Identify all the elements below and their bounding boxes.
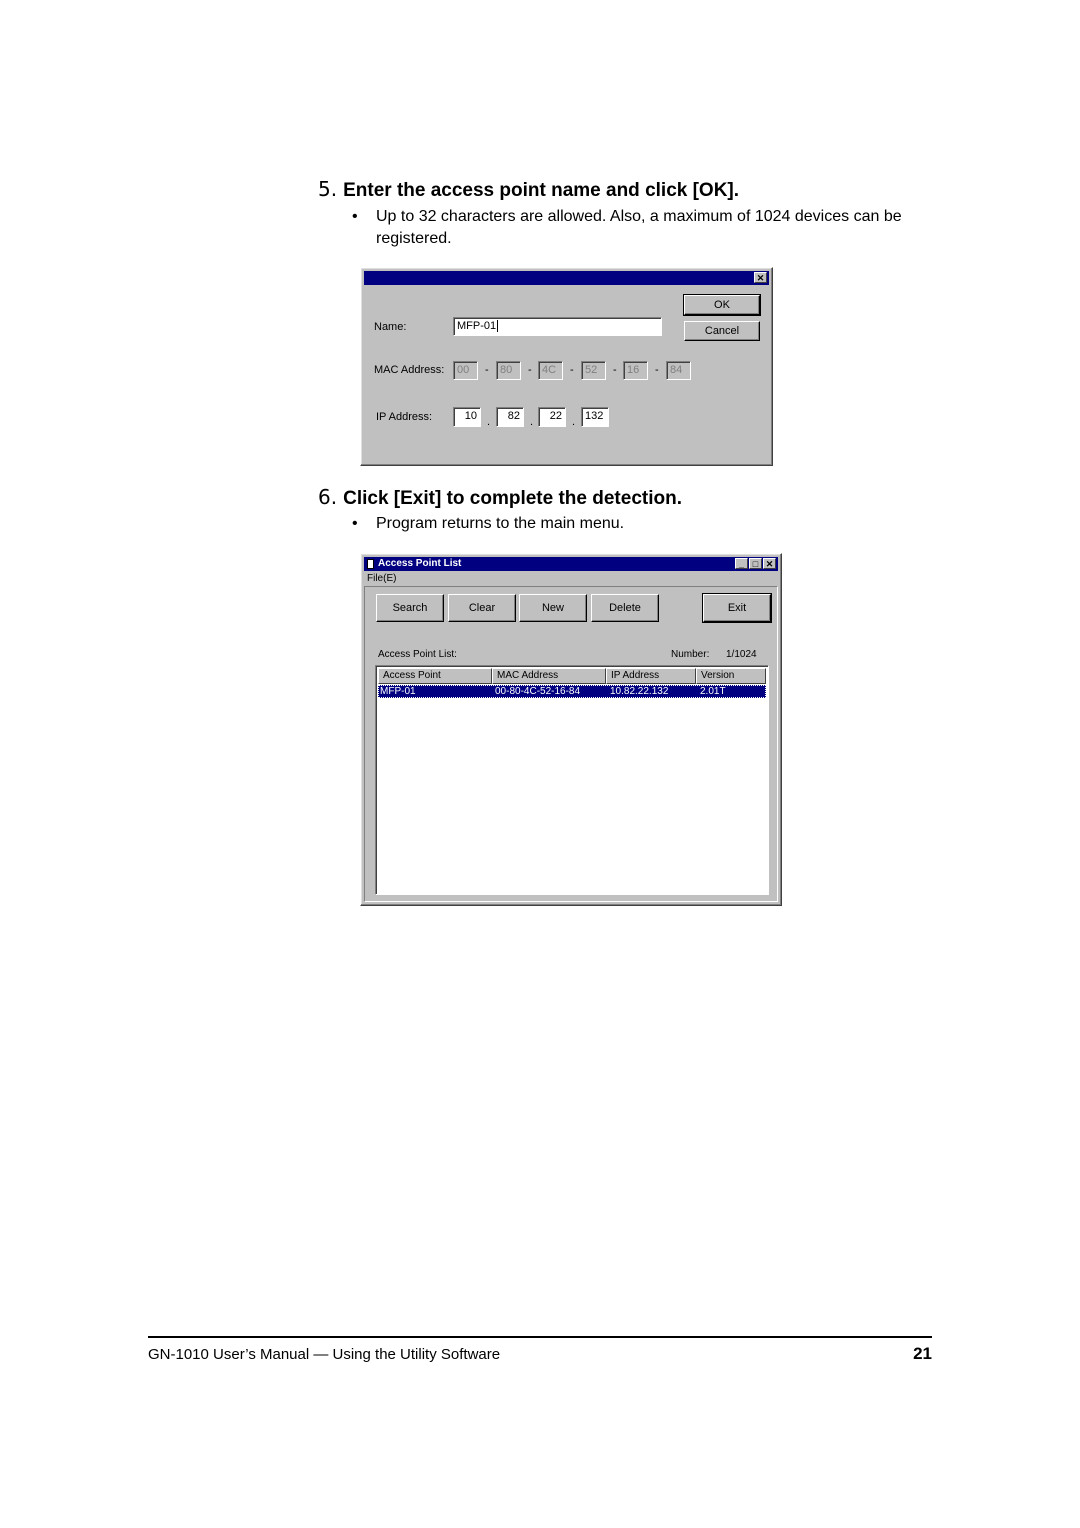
text-cursor: ​ [497, 320, 499, 332]
mac-octet-5: 16 [623, 361, 648, 380]
app-icon [367, 559, 374, 569]
mac-separator: - [485, 364, 489, 376]
mac-separator: - [655, 364, 659, 376]
column-header-mac-address[interactable]: MAC Address [492, 668, 606, 684]
list-label: Access Point List: [378, 649, 457, 660]
step-number: 6. [318, 485, 338, 509]
bullet-icon: • [352, 208, 358, 225]
close-icon[interactable]: ✕ [763, 558, 776, 569]
access-point-table[interactable]: Access Point MAC Address IP Address Vers… [375, 665, 769, 895]
access-point-name-dialog: ✕ OK Cancel Name: MFP-01​ MAC Address: 0… [360, 267, 773, 466]
ip-octet-4[interactable]: 132 [581, 407, 609, 427]
mac-octet-6: 84 [666, 361, 691, 380]
mac-octet-1: 00 [453, 361, 478, 380]
ip-octet-1[interactable]: 10 [453, 407, 481, 427]
ip-separator: . [487, 416, 491, 428]
step-5-heading: 5. Enter the access point name and click … [318, 177, 739, 202]
step-6-bullet: • Program returns to the main menu. [352, 513, 932, 535]
maximize-icon[interactable]: □ [749, 558, 762, 569]
footer-text: GN-1010 User’s Manual — Using the Utilit… [148, 1346, 501, 1363]
mac-separator: - [613, 364, 617, 376]
close-icon[interactable]: ✕ [754, 272, 767, 283]
dialog-titlebar: ✕ [364, 271, 769, 285]
number-label: Number: [671, 649, 710, 660]
name-label: Name: [374, 321, 407, 333]
mac-octet-3: 4C [538, 361, 563, 380]
table-row[interactable]: MFP-01 00-80-4C-52-16-84 10.82.22.132 2.… [378, 685, 766, 698]
access-point-list-window: Access Point List _ □ ✕ File(E) Search C… [360, 553, 782, 906]
mac-separator: - [570, 364, 574, 376]
mac-separator: - [528, 364, 532, 376]
delete-button[interactable]: Delete [591, 594, 659, 622]
bullet-text: Program returns to the main menu. [376, 515, 625, 532]
step-number: 5. [318, 177, 338, 201]
mac-octet-4: 52 [581, 361, 606, 380]
ip-separator: . [572, 416, 576, 428]
exit-button[interactable]: Exit [702, 593, 772, 623]
cancel-button[interactable]: Cancel [684, 321, 760, 341]
ip-octet-2[interactable]: 82 [496, 407, 524, 427]
page-number: 21 [913, 1344, 932, 1363]
name-input[interactable]: MFP-01​ [453, 317, 662, 336]
cell-access-point: MFP-01 [380, 686, 416, 697]
window-titlebar: Access Point List _ □ ✕ [364, 557, 778, 571]
column-header-ip-address[interactable]: IP Address [606, 668, 696, 684]
step-title: Click [Exit] to complete the detection. [343, 488, 682, 509]
clear-button[interactable]: Clear [448, 594, 516, 622]
ip-separator: . [530, 416, 534, 428]
mac-address-label: MAC Address: [374, 364, 445, 376]
cell-mac-address: 00-80-4C-52-16-84 [495, 686, 581, 697]
new-button[interactable]: New [519, 594, 587, 622]
ip-octet-3[interactable]: 22 [538, 407, 566, 427]
number-value: 1/1024 [726, 649, 757, 660]
search-button[interactable]: Search [376, 594, 444, 622]
window-title: Access Point List [378, 558, 462, 569]
minimize-icon[interactable]: _ [735, 558, 748, 569]
cell-ip-address: 10.82.22.132 [610, 686, 669, 697]
column-header-access-point[interactable]: Access Point [378, 668, 492, 684]
bullet-icon: • [352, 515, 358, 532]
name-value: MFP-01 [457, 320, 497, 332]
column-header-version[interactable]: Version [696, 668, 766, 684]
ok-button[interactable]: OK [683, 294, 761, 316]
step-6-heading: 6. Click [Exit] to complete the detection… [318, 485, 682, 510]
menu-file[interactable]: File(E) [367, 573, 396, 584]
step-5-bullet: • Up to 32 characters are allowed. Also,… [352, 206, 932, 250]
bullet-text: Up to 32 characters are allowed. Also, a… [376, 208, 902, 247]
mac-octet-2: 80 [496, 361, 521, 380]
step-title: Enter the access point name and click [O… [343, 180, 740, 201]
footer-divider [148, 1336, 932, 1338]
ip-address-label: IP Address: [376, 411, 433, 423]
cell-version: 2.01T [700, 686, 726, 697]
